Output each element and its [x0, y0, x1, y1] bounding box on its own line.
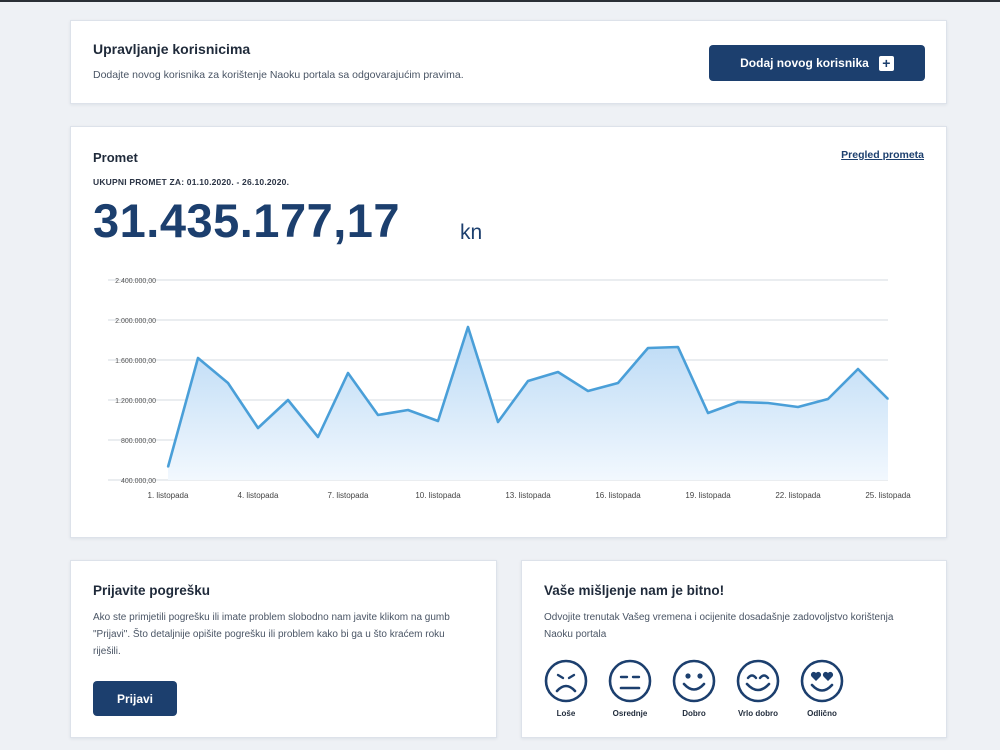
chart-point [347, 372, 349, 374]
chart-point [707, 412, 709, 414]
rating-bad[interactable]: Loše [544, 659, 588, 718]
add-user-button-label: Dodaj novog korisnika [740, 56, 869, 70]
turnover-chart: 400.000,00 800.000,00 1.200.000,00 1.600.00… [108, 278, 911, 500]
chart-point [437, 420, 439, 422]
x-tick-label: 13. listopada [505, 491, 551, 500]
rating-bad-label: Loše [556, 709, 576, 718]
sad-face-icon [544, 659, 588, 703]
turnover-overview-link[interactable]: Pregled prometa [841, 149, 924, 161]
chart-point [197, 357, 199, 359]
report-error-card: Prijavite pogrešku Ako ste primjetili po… [70, 560, 497, 738]
x-tick-label: 10. listopada [415, 491, 461, 500]
chart-point [257, 427, 259, 429]
feedback-card: Vaše mišljenje nam je bitno! Odvojite tr… [521, 560, 947, 738]
rating-excellent-label: Odlično [807, 709, 837, 718]
y-tick-label: 800.000,00 [121, 438, 156, 445]
happy-face-icon [736, 659, 780, 703]
feedback-text: Odvojite trenutak Vašeg vremena i ocijen… [544, 612, 894, 640]
top-border [0, 0, 1000, 2]
heart-eyes-face-icon [800, 659, 844, 703]
rating-excellent[interactable]: Odlično [800, 659, 844, 718]
feedback-title: Vaše mišljenje nam je bitno! [544, 583, 725, 598]
chart-point [887, 398, 889, 400]
chart-point [467, 326, 469, 328]
chart-point [617, 382, 619, 384]
x-tick-label: 22. listopada [775, 491, 821, 500]
y-tick-label: 1.200.000,00 [115, 398, 156, 405]
chart-point [647, 347, 649, 349]
user-management-description: Dodajte novog korisnika za korištenje Na… [93, 69, 464, 81]
chart-point [497, 421, 499, 423]
turnover-total-amount: 31.435.177,17 [93, 194, 401, 247]
x-tick-label: 16. listopada [595, 491, 641, 500]
chart-point [227, 382, 229, 384]
chart-point [767, 402, 769, 404]
rating-options: Loše Osrednje Dobro Vrlo dobro Odlično [544, 659, 864, 718]
chart-point [677, 346, 679, 348]
chart-point [857, 368, 859, 370]
turnover-card: Promet Pregled prometa UKUPNI PROMET ZA:… [70, 126, 947, 538]
rating-very-good-label: Vrlo dobro [738, 709, 778, 718]
user-management-card: Upravljanje korisnicima Dodajte novog ko… [70, 20, 947, 104]
report-button[interactable]: Prijavi [93, 681, 177, 716]
user-management-title: Upravljanje korisnicima [93, 41, 251, 57]
neutral-face-icon [608, 659, 652, 703]
chart-point [527, 380, 529, 382]
smile-face-icon [672, 659, 716, 703]
add-user-button[interactable]: Dodaj novog korisnika + [709, 45, 925, 81]
turnover-period: UKUPNI PROMET ZA: 01.10.2020. - 26.10.20… [93, 177, 290, 187]
y-tick-label: 2.000.000,00 [115, 318, 156, 325]
report-error-title: Prijavite pogrešku [93, 583, 211, 598]
chart-point [797, 406, 799, 408]
plus-icon: + [878, 55, 894, 71]
rating-good-label: Dobro [682, 709, 706, 718]
chart-point [377, 414, 379, 416]
chart-point [737, 401, 739, 403]
y-tick-label: 1.600.000,00 [115, 358, 156, 365]
chart-point [407, 409, 409, 411]
chart-point [287, 399, 289, 401]
x-tick-label: 7. listopada [328, 491, 369, 500]
y-tick-label: 2.400.000,00 [115, 278, 156, 285]
turnover-title: Promet [93, 150, 138, 165]
chart-point [557, 371, 559, 373]
chart-point [827, 398, 829, 400]
x-tick-label: 1. listopada [148, 491, 189, 500]
chart-point [317, 436, 319, 438]
x-tick-label: 25. listopada [865, 491, 911, 500]
rating-good[interactable]: Dobro [672, 659, 716, 718]
turnover-currency: kn [460, 221, 483, 244]
chart-point [167, 466, 169, 468]
x-tick-label: 19. listopada [685, 491, 731, 500]
report-error-text: Ako ste primjetili pogrešku ili imate pr… [93, 612, 450, 657]
rating-very-good[interactable]: Vrlo dobro [736, 659, 780, 718]
rating-average[interactable]: Osrednje [608, 659, 652, 718]
y-tick-label: 400.000,00 [121, 478, 156, 485]
x-tick-label: 4. listopada [238, 491, 279, 500]
chart-point [587, 390, 589, 392]
rating-average-label: Osrednje [612, 709, 648, 718]
